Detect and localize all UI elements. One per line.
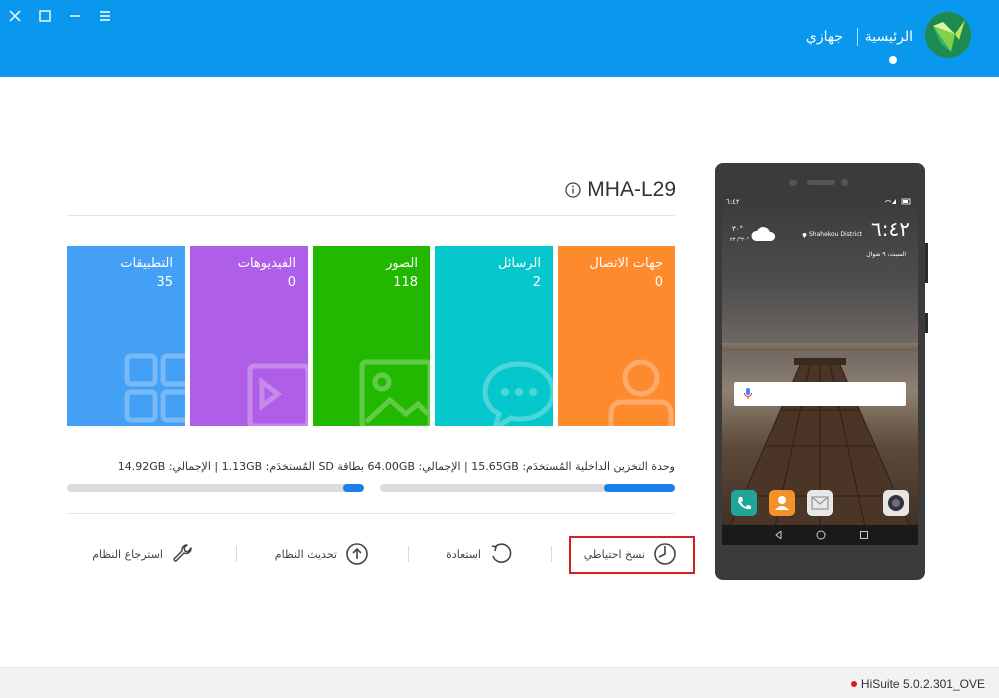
phone-side-button: [925, 243, 928, 283]
maximize-icon[interactable]: [35, 6, 55, 26]
phone-front-camera: [841, 179, 848, 186]
wrench-icon: [173, 544, 192, 562]
backup-label: نسخ احتياطي: [583, 547, 645, 561]
backup-button[interactable]: نسخ احتياطي: [584, 540, 677, 568]
action-separator: [408, 546, 409, 562]
top-bar: الرئيسية جهازي: [0, 0, 999, 77]
internal-storage-fill: [604, 484, 675, 492]
nav-separator: [857, 28, 858, 46]
tile-label: الفيديوهات: [237, 256, 296, 271]
phone-side-button: [925, 313, 928, 333]
backup-clock-icon: [654, 543, 676, 565]
tile-messages[interactable]: الرسائل 2: [435, 246, 553, 426]
device-model-text: MHA-L29: [587, 178, 676, 201]
info-icon[interactable]: [565, 182, 581, 198]
dock-contacts-app-icon[interactable]: [769, 490, 795, 516]
tile-count: 118: [393, 275, 418, 290]
home-icon[interactable]: [816, 530, 826, 540]
lockscreen-time: ٦:٤٢: [871, 217, 910, 241]
location-text: Shahekou District: [809, 231, 862, 238]
phone-mockup: ٦:٤٢ ٦:٤٢ Shahekou District السبت، ٩ شوا…: [715, 163, 928, 580]
microphone-icon[interactable]: [744, 388, 752, 400]
restore-label: استعادة: [446, 547, 481, 561]
tile-count: 0: [654, 275, 663, 290]
sd-storage-details: المُستخدَم: 1.13GB | الإجمالي: 14.92GB: [117, 460, 315, 473]
status-time: ٦:٤٢: [726, 198, 740, 206]
internal-storage-info: وحدة التخزين الداخلية المُستخدَم: 15.65G…: [367, 460, 675, 473]
sd-storage-fill: [343, 484, 364, 492]
status-bar: HiSuite 5.0.2.301_OVE: [0, 667, 999, 698]
hisuite-logo-icon: [925, 12, 971, 58]
version-text: HiSuite 5.0.2.301_OVE: [860, 677, 985, 691]
sd-storage-info: بطاقة SD المُستخدَم: 1.13GB | الإجمالي: …: [118, 460, 364, 473]
menu-icon[interactable]: [95, 6, 115, 26]
dock-phone-app-icon[interactable]: [731, 490, 757, 516]
system-update-label: تحديث النظام: [274, 547, 337, 561]
recents-icon[interactable]: [860, 531, 868, 539]
divider: [67, 215, 675, 216]
action-separator: [551, 546, 552, 562]
sd-storage-bar: [67, 484, 364, 492]
close-icon[interactable]: [5, 6, 25, 26]
cloud-icon: [751, 227, 776, 241]
phone-sensor: [789, 180, 797, 186]
internal-storage-bar: [380, 484, 675, 492]
minimize-icon[interactable]: [65, 6, 85, 26]
lockscreen-date: السبت، ٩ شوال: [866, 251, 906, 258]
tile-count: 2: [532, 275, 541, 290]
sd-storage-label: بطاقة SD: [318, 460, 364, 473]
tile-photos[interactable]: الصور 118: [313, 246, 430, 426]
system-recovery-button[interactable]: استرجاع النظام: [92, 540, 195, 568]
restore-button[interactable]: استعادة: [446, 540, 513, 568]
status-dot-icon: [850, 681, 857, 687]
tile-count: 35: [156, 275, 173, 290]
tile-contacts[interactable]: جهات الاتصال 0: [558, 246, 675, 426]
internal-storage-label: وحدة التخزين الداخلية: [575, 460, 675, 473]
device-model-title: MHA-L29: [565, 178, 676, 202]
weather-range: ٣٠°/ ٢٣°: [730, 237, 750, 243]
nav-tab-home[interactable]: الرئيسية: [865, 29, 913, 45]
dock-camera-app-icon[interactable]: [883, 490, 909, 516]
phone-navigation-bar: [722, 525, 918, 545]
update-arrow-icon: [346, 543, 368, 565]
tile-label: الصور: [386, 256, 418, 271]
tile-label: جهات الاتصال: [589, 256, 663, 271]
system-update-button[interactable]: تحديث النظام: [275, 540, 369, 568]
system-recovery-label: استرجاع النظام: [92, 547, 163, 561]
location-row: Shahekou District: [802, 231, 862, 238]
status-icons: [884, 198, 911, 205]
weather-temp: ٣٠°: [732, 225, 744, 233]
dock-messages-app-icon[interactable]: [807, 490, 833, 516]
contact-icon: [608, 359, 674, 426]
back-icon[interactable]: [775, 531, 783, 539]
video-icon: [247, 363, 308, 426]
version-info: HiSuite 5.0.2.301_OVE: [850, 677, 985, 691]
phone-screen: ٦:٤٢ ٦:٤٢ Shahekou District السبت، ٩ شوا…: [722, 195, 918, 545]
action-separator: [236, 546, 237, 562]
nav-tab-my-device[interactable]: جهازي: [806, 29, 843, 45]
google-search-bar[interactable]: [734, 382, 906, 406]
apps-icon: [124, 353, 185, 423]
active-tab-indicator: [889, 56, 897, 64]
tile-videos[interactable]: الفيديوهات 0: [190, 246, 308, 426]
location-pin-icon: [802, 232, 807, 238]
tile-label: الرسائل: [497, 256, 541, 271]
internal-storage-details: المُستخدَم: 15.65GB | الإجمالي: 64.00GB: [367, 460, 572, 473]
photo-icon: [359, 359, 430, 426]
phone-earpiece: [807, 180, 835, 185]
message-icon: [482, 361, 553, 426]
tile-count: 0: [287, 275, 296, 290]
tile-apps[interactable]: التطبيقات 35: [67, 246, 185, 426]
tile-label: التطبيقات: [120, 256, 173, 271]
restore-icon: [491, 543, 512, 563]
divider: [67, 513, 675, 514]
